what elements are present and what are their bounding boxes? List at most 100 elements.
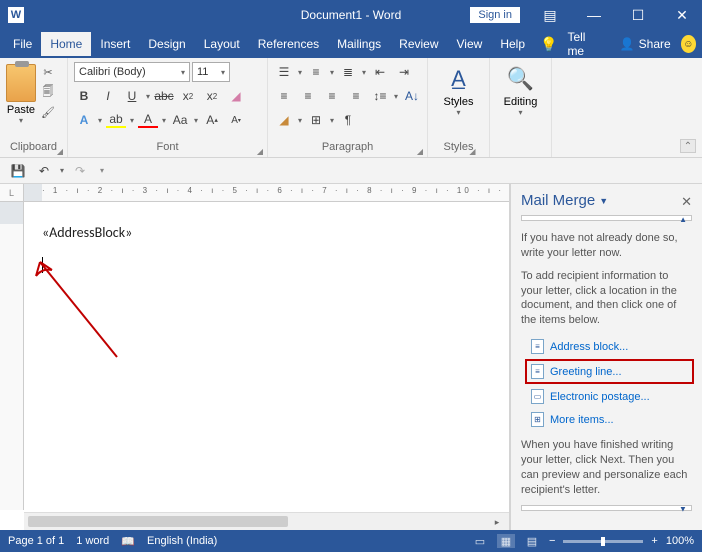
spellcheck-icon[interactable]: 📖 bbox=[121, 535, 135, 548]
change-case-button[interactable]: Aa bbox=[170, 110, 190, 130]
zoom-slider-thumb[interactable] bbox=[601, 537, 605, 546]
progress-arrow-icon: ▲ bbox=[679, 215, 687, 224]
styles-dialog-launcher[interactable]: ◢ bbox=[469, 147, 475, 156]
paste-button[interactable]: Paste bbox=[7, 104, 35, 116]
collapse-ribbon-button[interactable]: ⌃ bbox=[680, 139, 696, 153]
underline-button[interactable]: U bbox=[122, 86, 142, 106]
font-size-combo[interactable]: 11▾ bbox=[192, 62, 230, 82]
decrease-indent-button[interactable]: ⇤ bbox=[370, 62, 390, 82]
zoom-slider[interactable] bbox=[563, 540, 643, 543]
grow-font-button[interactable]: A▴ bbox=[202, 110, 222, 130]
paste-icon[interactable] bbox=[6, 64, 36, 102]
italic-button[interactable]: I bbox=[98, 86, 118, 106]
tab-home[interactable]: Home bbox=[41, 32, 91, 56]
minimize-button[interactable]: — bbox=[574, 0, 614, 30]
strikethrough-button[interactable]: abc bbox=[154, 86, 174, 106]
increase-indent-button[interactable]: ⇥ bbox=[394, 62, 414, 82]
web-layout-view-icon[interactable]: ▤ bbox=[523, 534, 541, 548]
numbering-button[interactable]: ≡ bbox=[306, 62, 326, 82]
tab-file[interactable]: File bbox=[4, 32, 41, 56]
document-page[interactable]: «AddressBlock» bbox=[24, 202, 509, 510]
address-block-link[interactable]: ≡ Address block... bbox=[527, 336, 692, 357]
paragraph-dialog-launcher[interactable]: ◢ bbox=[417, 147, 423, 156]
language-status[interactable]: English (India) bbox=[147, 535, 217, 547]
scrollbar-thumb[interactable] bbox=[28, 516, 288, 527]
tab-review[interactable]: Review bbox=[390, 32, 447, 56]
tab-help[interactable]: Help bbox=[491, 32, 534, 56]
subscript-button[interactable]: x2 bbox=[178, 86, 198, 106]
find-icon[interactable]: 🔍 bbox=[507, 66, 534, 92]
format-painter-icon[interactable]: 🖌 bbox=[40, 104, 56, 120]
address-block-merge-field[interactable]: «AddressBlock» bbox=[42, 224, 491, 241]
zoom-level[interactable]: 100% bbox=[666, 535, 694, 547]
editing-button[interactable]: Editing bbox=[504, 96, 538, 108]
titlebar: W Document1 - Word Sign in ▤ — ☐ ✕ bbox=[0, 0, 702, 30]
multilevel-list-button[interactable]: ≣ bbox=[338, 62, 358, 82]
redo-button[interactable]: ↷ bbox=[70, 161, 90, 181]
task-pane-dropdown-icon[interactable]: ▼ bbox=[599, 196, 608, 206]
group-styles: A̲ Styles ▾ Styles◢ bbox=[428, 58, 490, 157]
electronic-postage-link[interactable]: ▭ Electronic postage... bbox=[527, 386, 692, 407]
task-pane-progress-bottom[interactable]: ▲ bbox=[521, 505, 692, 511]
print-layout-view-icon[interactable]: ▦ bbox=[497, 534, 515, 548]
cut-icon[interactable]: ✂ bbox=[40, 64, 56, 80]
tab-mailings[interactable]: Mailings bbox=[328, 32, 390, 56]
tab-layout[interactable]: Layout bbox=[195, 32, 249, 56]
highlight-button[interactable]: ab bbox=[106, 112, 126, 128]
align-right-button[interactable]: ≡ bbox=[322, 86, 342, 106]
feedback-smiley-icon[interactable]: ☺ bbox=[681, 35, 696, 53]
text-effects-icon[interactable]: A bbox=[74, 110, 94, 130]
share-icon: 👤 bbox=[620, 37, 635, 51]
undo-button[interactable]: ↶ bbox=[34, 161, 54, 181]
align-center-button[interactable]: ≡ bbox=[298, 86, 318, 106]
group-label-styles: Styles◢ bbox=[444, 141, 474, 155]
group-editing: 🔍 Editing ▾ . bbox=[490, 58, 552, 157]
greeting-line-link[interactable]: ≡ Greeting line... bbox=[525, 359, 694, 384]
bold-button[interactable]: B bbox=[74, 86, 94, 106]
share-button[interactable]: Share bbox=[639, 37, 671, 51]
align-left-button[interactable]: ≡ bbox=[274, 86, 294, 106]
mail-merge-task-pane: Mail Merge▼ ✕ ▲ If you have not already … bbox=[510, 184, 702, 530]
horizontal-scrollbar[interactable]: ▸ bbox=[24, 512, 509, 530]
close-button[interactable]: ✕ bbox=[662, 0, 702, 30]
copy-icon[interactable]: 🗐 bbox=[40, 84, 56, 100]
scroll-right-button[interactable]: ▸ bbox=[487, 515, 507, 529]
read-mode-view-icon[interactable]: ▭ bbox=[471, 534, 489, 548]
justify-button[interactable]: ≡ bbox=[346, 86, 366, 106]
borders-button[interactable]: ⊞ bbox=[306, 110, 326, 130]
bullets-button[interactable]: ☰ bbox=[274, 62, 294, 82]
zoom-in-button[interactable]: + bbox=[651, 535, 657, 547]
tab-insert[interactable]: Insert bbox=[91, 32, 139, 56]
task-pane-progress[interactable]: ▲ bbox=[521, 215, 692, 221]
font-color-button[interactable]: A bbox=[138, 112, 158, 128]
ribbon-display-options-icon[interactable]: ▤ bbox=[530, 0, 570, 30]
shading-button[interactable]: ◢ bbox=[274, 110, 294, 130]
qat-customize[interactable]: ▾ bbox=[100, 166, 104, 175]
more-items-link[interactable]: ⊞ More items... bbox=[527, 409, 692, 430]
save-icon[interactable]: 💾 bbox=[8, 161, 28, 181]
show-hide-button[interactable]: ¶ bbox=[338, 110, 358, 130]
horizontal-ruler[interactable]: · 1 · ı · 2 · ı · 3 · ı · 4 · ı · 5 · ı … bbox=[24, 184, 509, 202]
maximize-button[interactable]: ☐ bbox=[618, 0, 658, 30]
group-label-paragraph: Paragraph◢ bbox=[274, 141, 421, 155]
clear-formatting-icon[interactable]: ◢ bbox=[226, 86, 246, 106]
styles-button[interactable]: Styles bbox=[444, 96, 474, 108]
task-pane-close-button[interactable]: ✕ bbox=[681, 194, 692, 210]
tell-me[interactable]: Tell me bbox=[567, 30, 599, 58]
page-count[interactable]: Page 1 of 1 bbox=[8, 535, 64, 547]
zoom-out-button[interactable]: − bbox=[549, 535, 555, 547]
styles-icon[interactable]: A̲ bbox=[451, 66, 466, 92]
tab-design[interactable]: Design bbox=[139, 32, 194, 56]
font-dialog-launcher[interactable]: ◢ bbox=[257, 147, 263, 156]
sort-button[interactable]: A↓ bbox=[402, 86, 422, 106]
font-name-combo[interactable]: Calibri (Body)▾ bbox=[74, 62, 190, 82]
vertical-ruler[interactable] bbox=[0, 202, 24, 510]
shrink-font-button[interactable]: A▾ bbox=[226, 110, 246, 130]
superscript-button[interactable]: x2 bbox=[202, 86, 222, 106]
sign-in-button[interactable]: Sign in bbox=[470, 7, 520, 23]
line-spacing-button[interactable]: ↕≡ bbox=[370, 86, 390, 106]
tab-references[interactable]: References bbox=[249, 32, 328, 56]
tab-view[interactable]: View bbox=[448, 32, 492, 56]
clipboard-dialog-launcher[interactable]: ◢ bbox=[57, 147, 63, 156]
word-count[interactable]: 1 word bbox=[76, 535, 109, 547]
